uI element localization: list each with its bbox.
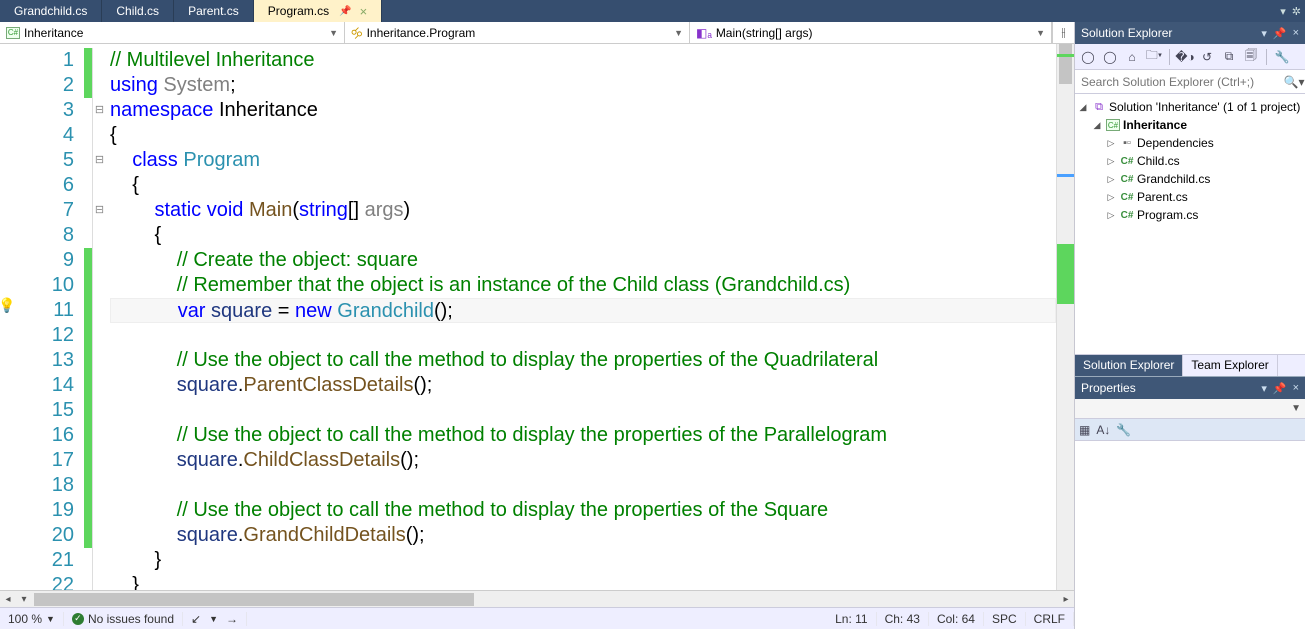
panel-menu-icon[interactable]: ▾: [1261, 382, 1267, 395]
nav-class-label: Inheritance.Program: [367, 26, 476, 40]
properties-grid: [1075, 441, 1305, 629]
sync-icon[interactable]: 🗀▾: [1145, 48, 1163, 66]
nav-member-label: Main(string[] args): [716, 26, 813, 40]
solution-search[interactable]: 🔍▾: [1075, 70, 1305, 94]
tree-node[interactable]: ◢C#Inheritance: [1077, 116, 1303, 134]
nav-history-icon[interactable]: ▾: [16, 594, 32, 605]
document-tab[interactable]: Grandchild.cs: [0, 0, 102, 22]
nav-project-dropdown[interactable]: C# Inheritance ▼: [0, 22, 345, 43]
code-text[interactable]: // Multilevel Inheritanceusing System;na…: [106, 44, 1056, 590]
horizontal-scrollbar[interactable]: ◂ ▾ ▸: [0, 590, 1074, 607]
chevron-down-icon: ▼: [329, 28, 338, 38]
class-icon: 🝰: [351, 20, 363, 45]
tree-node[interactable]: ▷C#Grandchild.cs: [1077, 170, 1303, 188]
tree-node[interactable]: ▷C#Child.cs: [1077, 152, 1303, 170]
chevron-down-icon: ▼: [674, 28, 683, 38]
solution-explorer-title: Solution Explorer ▾ 📌 ×: [1075, 22, 1305, 44]
issues-status[interactable]: ✓No issues found: [64, 612, 183, 626]
tab-solution-explorer[interactable]: Solution Explorer: [1075, 355, 1183, 376]
tree-node[interactable]: ◢⧉Solution 'Inheritance' (1 of 1 project…: [1077, 98, 1303, 116]
nav-arrows[interactable]: ↙▼→: [183, 612, 247, 626]
solution-explorer-toolbar: ◯ ◯ ⌂ 🗀▾ �◑ ↺ ⧉ 🗐 🔧: [1075, 44, 1305, 70]
scroll-left-icon[interactable]: ◂: [0, 594, 16, 605]
tab-overflow-icon[interactable]: ▾: [1280, 5, 1286, 18]
outline-bar[interactable]: ⊟⊟⊟: [92, 44, 106, 590]
lightbulb-icon[interactable]: 💡: [0, 297, 15, 314]
properties-icon[interactable]: 🔧: [1273, 48, 1291, 66]
close-icon[interactable]: ×: [1293, 27, 1299, 39]
show-all-icon[interactable]: 🗐: [1242, 48, 1260, 66]
document-tab[interactable]: Parent.cs: [174, 0, 254, 22]
document-tab[interactable]: Child.cs: [102, 0, 174, 22]
pin-icon[interactable]: 📌: [1273, 382, 1287, 395]
indent-mode[interactable]: SPC: [984, 612, 1026, 626]
status-bar: 100 % ▼ ✓No issues found ↙▼→ Ln: 11 Ch: …: [0, 607, 1074, 629]
tab-team-explorer[interactable]: Team Explorer: [1183, 355, 1277, 376]
categorized-icon[interactable]: ▦: [1079, 423, 1090, 437]
tab-settings-icon[interactable]: ✲: [1292, 5, 1301, 18]
tree-node[interactable]: ▷C#Parent.cs: [1077, 188, 1303, 206]
properties-title: Properties ▾ 📌 ×: [1075, 377, 1305, 399]
collapse-icon[interactable]: ⧉: [1220, 48, 1238, 66]
pin-icon[interactable]: 📌: [339, 6, 351, 17]
side-panel-tabs: Solution Explorer Team Explorer: [1075, 354, 1305, 376]
method-icon: ◧ₐ: [696, 26, 712, 40]
home-icon[interactable]: ⌂: [1123, 48, 1141, 66]
search-icon[interactable]: 🔍▾: [1283, 70, 1305, 93]
forward-icon[interactable]: ◯: [1101, 48, 1119, 66]
line-ending[interactable]: CRLF: [1026, 612, 1074, 626]
tree-node[interactable]: ▷C#Program.cs: [1077, 206, 1303, 224]
tree-node[interactable]: ▷▪▫Dependencies: [1077, 134, 1303, 152]
scroll-right-icon[interactable]: ▸: [1058, 594, 1074, 605]
document-tabs: Grandchild.csChild.csParent.csProgram.cs…: [0, 0, 1305, 22]
properties-object-dropdown[interactable]: ▼: [1075, 399, 1305, 419]
document-tab[interactable]: Program.cs📌×: [254, 0, 382, 22]
properties-toolbar: ▦ A↓ 🔧: [1075, 419, 1305, 441]
code-editor[interactable]: 💡 1234567891011121314151617181920212223 …: [0, 44, 1074, 590]
chevron-down-icon: ▼: [1036, 28, 1045, 38]
close-icon[interactable]: ×: [360, 4, 368, 19]
panel-menu-icon[interactable]: ▾: [1261, 27, 1267, 40]
code-nav-bar: C# Inheritance ▼ 🝰 Inheritance.Program ▼…: [0, 22, 1074, 44]
zoom-level[interactable]: 100 % ▼: [0, 612, 64, 626]
wrench-icon[interactable]: 🔧: [1116, 423, 1131, 437]
split-editor-button[interactable]: ⫲: [1052, 22, 1074, 43]
close-icon[interactable]: ×: [1293, 382, 1299, 394]
solution-tree[interactable]: ◢⧉Solution 'Inheritance' (1 of 1 project…: [1075, 94, 1305, 354]
line-number-gutter: 1234567891011121314151617181920212223: [0, 44, 84, 590]
cursor-line: Ln: 11: [827, 612, 876, 626]
cursor-col: Col: 64: [929, 612, 984, 626]
back-icon[interactable]: ◯: [1079, 48, 1097, 66]
nav-member-dropdown[interactable]: ◧ₐ Main(string[] args) ▼: [690, 22, 1052, 43]
cursor-char: Ch: 43: [877, 612, 929, 626]
alphabetical-icon[interactable]: A↓: [1096, 423, 1110, 437]
csharp-icon: C#: [6, 27, 20, 39]
pin-icon[interactable]: 📌: [1273, 27, 1287, 40]
scope-icon[interactable]: �◑: [1176, 48, 1194, 66]
refresh-icon[interactable]: ↺: [1198, 48, 1216, 66]
nav-project-label: Inheritance: [24, 26, 83, 40]
change-indicator-bar: [84, 44, 92, 590]
vertical-scrollbar[interactable]: [1056, 44, 1074, 590]
solution-search-input[interactable]: [1075, 70, 1283, 93]
nav-class-dropdown[interactable]: 🝰 Inheritance.Program ▼: [345, 22, 690, 43]
